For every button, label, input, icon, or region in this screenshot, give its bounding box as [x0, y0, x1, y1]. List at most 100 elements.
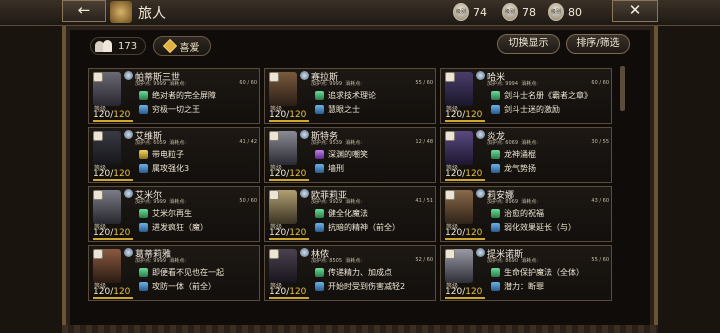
level-value: 120/120: [445, 110, 483, 120]
traveler-card[interactable]: 哈米 加护点: 9994 消耗点: 60 / 60 等级 120/120 剑斗士…: [440, 68, 612, 124]
ability-2: 潜力：断罪: [491, 280, 544, 292]
level-bar: [269, 238, 309, 240]
ability-icon: [491, 90, 500, 100]
ability-text: 绝对者的完全屏障: [152, 90, 216, 100]
job-icon: [445, 131, 455, 141]
level-value: 120/120: [93, 110, 131, 120]
ability-icon: [491, 104, 500, 114]
level-bar: [93, 120, 133, 122]
level-value: 120/120: [445, 228, 483, 238]
cost-label: 消耗点: [169, 199, 185, 205]
stat-row: 加护点: 8969 消耗点: 43 / 60: [487, 198, 609, 205]
ability-icon: [315, 208, 324, 218]
ability-2: 剑斗士迷的激励: [491, 103, 560, 115]
level-max: 120: [465, 110, 483, 120]
level-bar-fill: [269, 238, 309, 240]
switch-display-button[interactable]: 切换显示: [497, 34, 560, 54]
bonus-value: 9994: [505, 81, 519, 87]
traveler-card[interactable]: 炎龙 加护点: 6069 消耗点: 30 / 55 等级 120/120 龙神涌…: [440, 127, 612, 183]
scrollbar[interactable]: [620, 66, 625, 111]
level-current: 120: [269, 287, 287, 297]
ability-icon: [139, 267, 148, 277]
ability-text: 传递精力、加成点: [328, 267, 392, 277]
bonus-value: 8969: [505, 199, 519, 205]
cost-value: 30 / 55: [591, 139, 609, 145]
level-value: 120/120: [93, 169, 131, 179]
traveler-card[interactable]: 葛蒂莉雅 加护点: 9999 消耗点: 等级 120/120 即便看不见也在一起…: [88, 245, 260, 301]
traveler-card[interactable]: 帕蒂斯三世 加护点: 9999 消耗点: 60 / 60 等级 120/120 …: [88, 68, 260, 124]
traveler-portrait: [93, 72, 121, 106]
level-bar: [445, 297, 485, 299]
traveler-card[interactable]: 赛拉斯 加护点: 9999 消耗点: 55 / 60 等级 120/120 追求…: [264, 68, 436, 124]
bonus-label: 加护点: [135, 81, 151, 87]
bonus-label: 加护点: [487, 199, 503, 205]
traveler-portrait: [93, 131, 121, 165]
bonus-label: 加护点: [135, 140, 151, 146]
ability-1: 艾米尔再生: [139, 207, 192, 219]
bonus-value: 9999: [153, 258, 167, 264]
back-button[interactable]: ←: [62, 0, 106, 22]
level-current: 120: [445, 228, 463, 238]
ability-icon: [315, 90, 324, 100]
stat-row: 加护点: 8505 消耗点: 52 / 60: [311, 257, 433, 264]
level-max: 120: [113, 287, 131, 297]
element-icon: [124, 130, 133, 139]
traveler-portrait: [269, 190, 297, 224]
level-medal-icon: 级别: [453, 3, 469, 21]
stat-row: 加护点: 6069 消耗点: 30 / 55: [487, 139, 609, 146]
bonus-value: 9999: [153, 81, 167, 87]
cost-label: 消耗点: [169, 140, 185, 146]
element-icon: [124, 248, 133, 257]
ability-2: 墙刑: [315, 162, 344, 174]
level-group-1: 级别 74: [453, 2, 487, 22]
ability-2: 弱化效果延长（与）: [491, 221, 576, 233]
level-value: 80: [568, 5, 582, 19]
ability-text: 即便看不见也在一起: [152, 267, 224, 277]
ability-text: 追求技术理论: [328, 90, 376, 100]
sort-filter-button[interactable]: 排序/筛选: [566, 34, 630, 54]
level-current: 120: [445, 110, 463, 120]
cost-value: 55 / 60: [415, 80, 433, 86]
cost-label: 消耗点: [521, 258, 537, 264]
traveler-card[interactable]: 林侬 加护点: 8505 消耗点: 52 / 60 等级 120/120 传递精…: [264, 245, 436, 301]
traveler-portrait: [445, 72, 473, 106]
bonus-label: 加护点: [311, 199, 327, 205]
level-bar: [269, 120, 309, 122]
level-bar: [445, 179, 485, 181]
ability-1: 龙神涌棍: [491, 148, 536, 160]
bonus-label: 加护点: [311, 258, 327, 264]
traveler-card[interactable]: 莉安娜 加护点: 8969 消耗点: 43 / 60 等级 120/120 治愈…: [440, 186, 612, 242]
level-current: 120: [93, 110, 111, 120]
level-value: 120/120: [93, 228, 131, 238]
ability-1: 带电粒子: [139, 148, 184, 160]
level-max: 120: [113, 228, 131, 238]
ability-text: 穷极一切之王: [152, 104, 200, 114]
level-max: 120: [113, 169, 131, 179]
traveler-card[interactable]: 艾维斯 加护点: 6059 消耗点: 41 / 42 等级 120/120 带电…: [88, 127, 260, 183]
level-bar: [269, 179, 309, 181]
ability-1: 剑斗士名册《霸者之章》: [491, 89, 592, 101]
level-bar-fill: [269, 179, 309, 181]
ability-2: 开始时受到伤害减轻2: [315, 280, 405, 292]
ability-text: 龙气势扬: [504, 163, 536, 173]
traveler-portrait: [269, 131, 297, 165]
level-max: 120: [113, 110, 131, 120]
stat-row: 加护点: 9999 消耗点: 55 / 60: [311, 80, 433, 87]
ability-icon: [139, 104, 148, 114]
element-icon: [476, 71, 485, 80]
cost-label: 消耗点: [169, 258, 185, 264]
favorite-button[interactable]: 喜爱: [153, 36, 211, 56]
ability-text: 慧眼之士: [328, 104, 360, 114]
traveler-card[interactable]: 提米诺斯 加护点: 8690 消耗点: 55 / 60 等级 120/120 生…: [440, 245, 612, 301]
traveler-card[interactable]: 欧菲莉亚 加护点: 9929 消耗点: 41 / 51 等级 120/120 健…: [264, 186, 436, 242]
traveler-card[interactable]: 斯特务 加护点: 9539 消耗点: 12 / 48 等级 120/120 深渊…: [264, 127, 436, 183]
level-current: 120: [93, 228, 111, 238]
traveler-card[interactable]: 艾米尔 加护点: 9999 消耗点: 50 / 60 等级 120/120 艾米…: [88, 186, 260, 242]
cost-label: 消耗点: [345, 258, 361, 264]
ability-icon: [139, 149, 148, 159]
close-button[interactable]: ✕: [612, 0, 658, 22]
job-icon: [269, 190, 279, 200]
cost-label: 消耗点: [521, 140, 537, 146]
ability-1: 传递精力、加成点: [315, 266, 392, 278]
job-icon: [445, 72, 455, 82]
